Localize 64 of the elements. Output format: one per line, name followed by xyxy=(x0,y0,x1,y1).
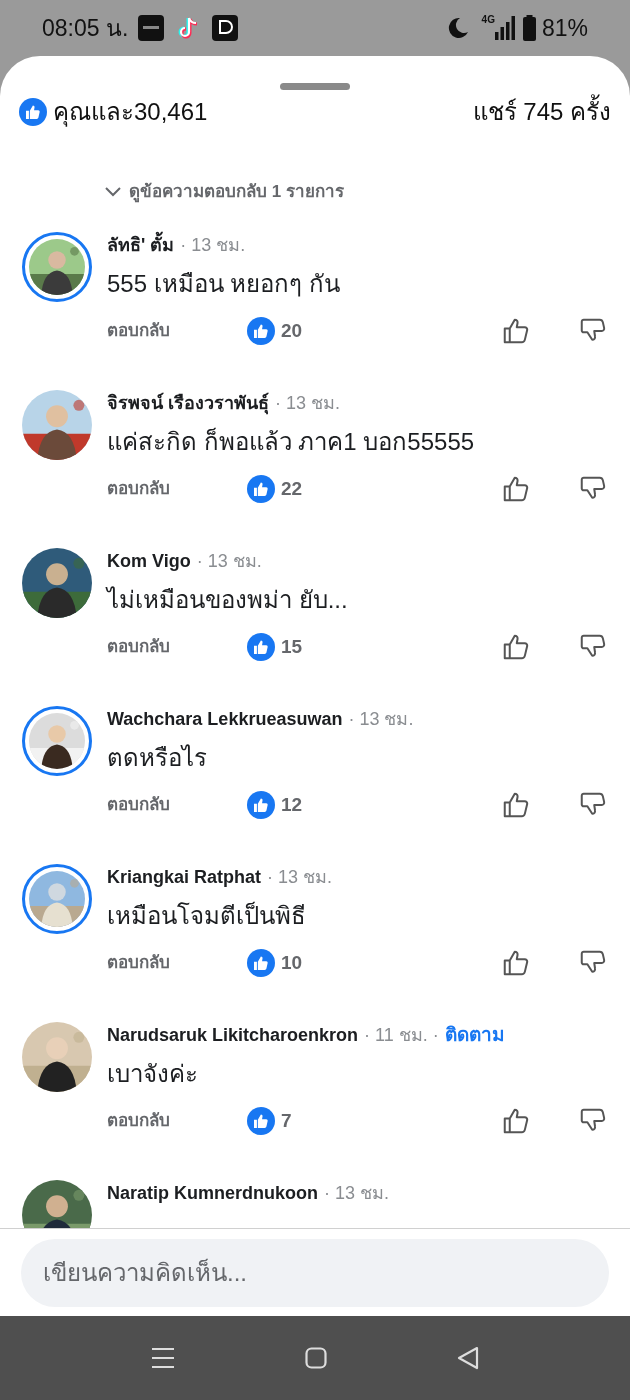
commenter-name[interactable]: Narudsaruk Likitcharoenkron xyxy=(107,1022,359,1048)
comment-time: · 11 ชม. · xyxy=(364,1024,439,1047)
comment-input-field[interactable]: เขียนความคิดเห็น... xyxy=(21,1238,609,1307)
home-square-icon[interactable] xyxy=(305,1347,327,1369)
signal-icon xyxy=(494,16,515,40)
commenter-name[interactable]: Naratip Kumnerdnukoon xyxy=(107,1180,318,1206)
thumbs-up-icon[interactable] xyxy=(501,948,531,978)
comment-text: แค่สะกิด ก็พอแล้ว ภาค1 บอก55555 xyxy=(107,426,476,457)
app-icon xyxy=(212,15,239,41)
comment-time: · 13 ชม. xyxy=(267,866,333,889)
like-reaction-icon xyxy=(247,1107,275,1135)
reply-button[interactable]: ตอบกลับ xyxy=(107,634,247,660)
menu-icon[interactable] xyxy=(151,1347,175,1369)
reply-button[interactable]: ตอบกลับ xyxy=(107,792,247,818)
reply-button[interactable]: ตอบกลับ xyxy=(107,476,247,502)
app-icon xyxy=(138,15,165,41)
thumbs-up-icon[interactable] xyxy=(501,474,531,504)
like-reaction-icon xyxy=(247,633,275,661)
like-reaction-icon xyxy=(247,791,275,819)
comment-time: · 13 ชม. xyxy=(324,1182,390,1205)
like-reaction-icon xyxy=(247,317,275,345)
comment-text: เบาจังค่ะ xyxy=(107,1059,199,1089)
commenter-name[interactable]: Wachchara Lekkrueasuwan xyxy=(107,706,343,732)
like-count: 7 xyxy=(281,1108,292,1133)
comment-text: เหมือนโจมตีเป็นพิธี xyxy=(107,900,307,931)
thumbs-up-icon[interactable] xyxy=(501,1106,531,1136)
like-count: 20 xyxy=(281,318,303,343)
reply-button[interactable]: ตอบกลับ xyxy=(107,318,247,344)
like-count: 15 xyxy=(281,634,303,659)
like-count: 12 xyxy=(281,792,303,817)
like-count: 22 xyxy=(281,476,303,501)
comment-time: · 13 ชม. xyxy=(180,234,246,257)
network-type: 4G xyxy=(481,13,495,27)
like-count: 10 xyxy=(281,950,303,975)
like-reaction-icon xyxy=(247,475,275,503)
thumbs-up-icon[interactable] xyxy=(501,632,531,662)
follow-link[interactable]: ติดตาม xyxy=(444,1022,505,1048)
drag-handle[interactable] xyxy=(280,83,350,90)
comment-time: · 13 ชม. xyxy=(348,708,414,731)
reply-button[interactable]: ตอบกลับ xyxy=(107,1108,247,1134)
commenter-name[interactable]: Kriangkai Ratphat xyxy=(107,864,262,890)
story-ring[interactable] xyxy=(22,232,92,302)
comment-text: ตดหรือไร xyxy=(107,743,208,773)
commenter-name[interactable]: Kom Vigo xyxy=(107,548,191,574)
commenter-name[interactable]: ลัทธิ' ตั้ม xyxy=(107,232,175,258)
comment-text: ไม่เหมือนของพม่า ยับ... xyxy=(107,585,349,615)
like-reaction-icon xyxy=(19,98,47,126)
commenter-name[interactable]: จิรพจน์ เรืองวราพันธุ์ xyxy=(107,390,269,416)
share-count[interactable]: แชร์ 745 ครั้ง xyxy=(472,94,611,130)
reply-button[interactable]: ตอบกลับ xyxy=(107,950,247,976)
comment-time: · 13 ชม. xyxy=(196,550,262,573)
comment-text: 555 เหมือน หยอกๆ กัน xyxy=(107,269,342,299)
story-ring[interactable] xyxy=(22,706,92,776)
like-reaction-icon xyxy=(247,949,275,977)
comment-time: · 13 ชม. xyxy=(275,392,341,415)
reaction-summary[interactable]: คุณและ30,461 xyxy=(53,94,208,130)
chevron-down-icon xyxy=(105,187,121,197)
thumbs-up-icon[interactable] xyxy=(501,790,531,820)
back-icon[interactable] xyxy=(457,1346,479,1370)
view-replies-link[interactable]: ดูข้อความตอบกลับ 1 รายการ xyxy=(129,179,344,205)
battery-icon xyxy=(522,15,536,41)
battery-level: 81% xyxy=(541,13,588,43)
clock: 08:05 น. xyxy=(42,13,129,43)
thumbs-up-icon[interactable] xyxy=(501,316,531,346)
